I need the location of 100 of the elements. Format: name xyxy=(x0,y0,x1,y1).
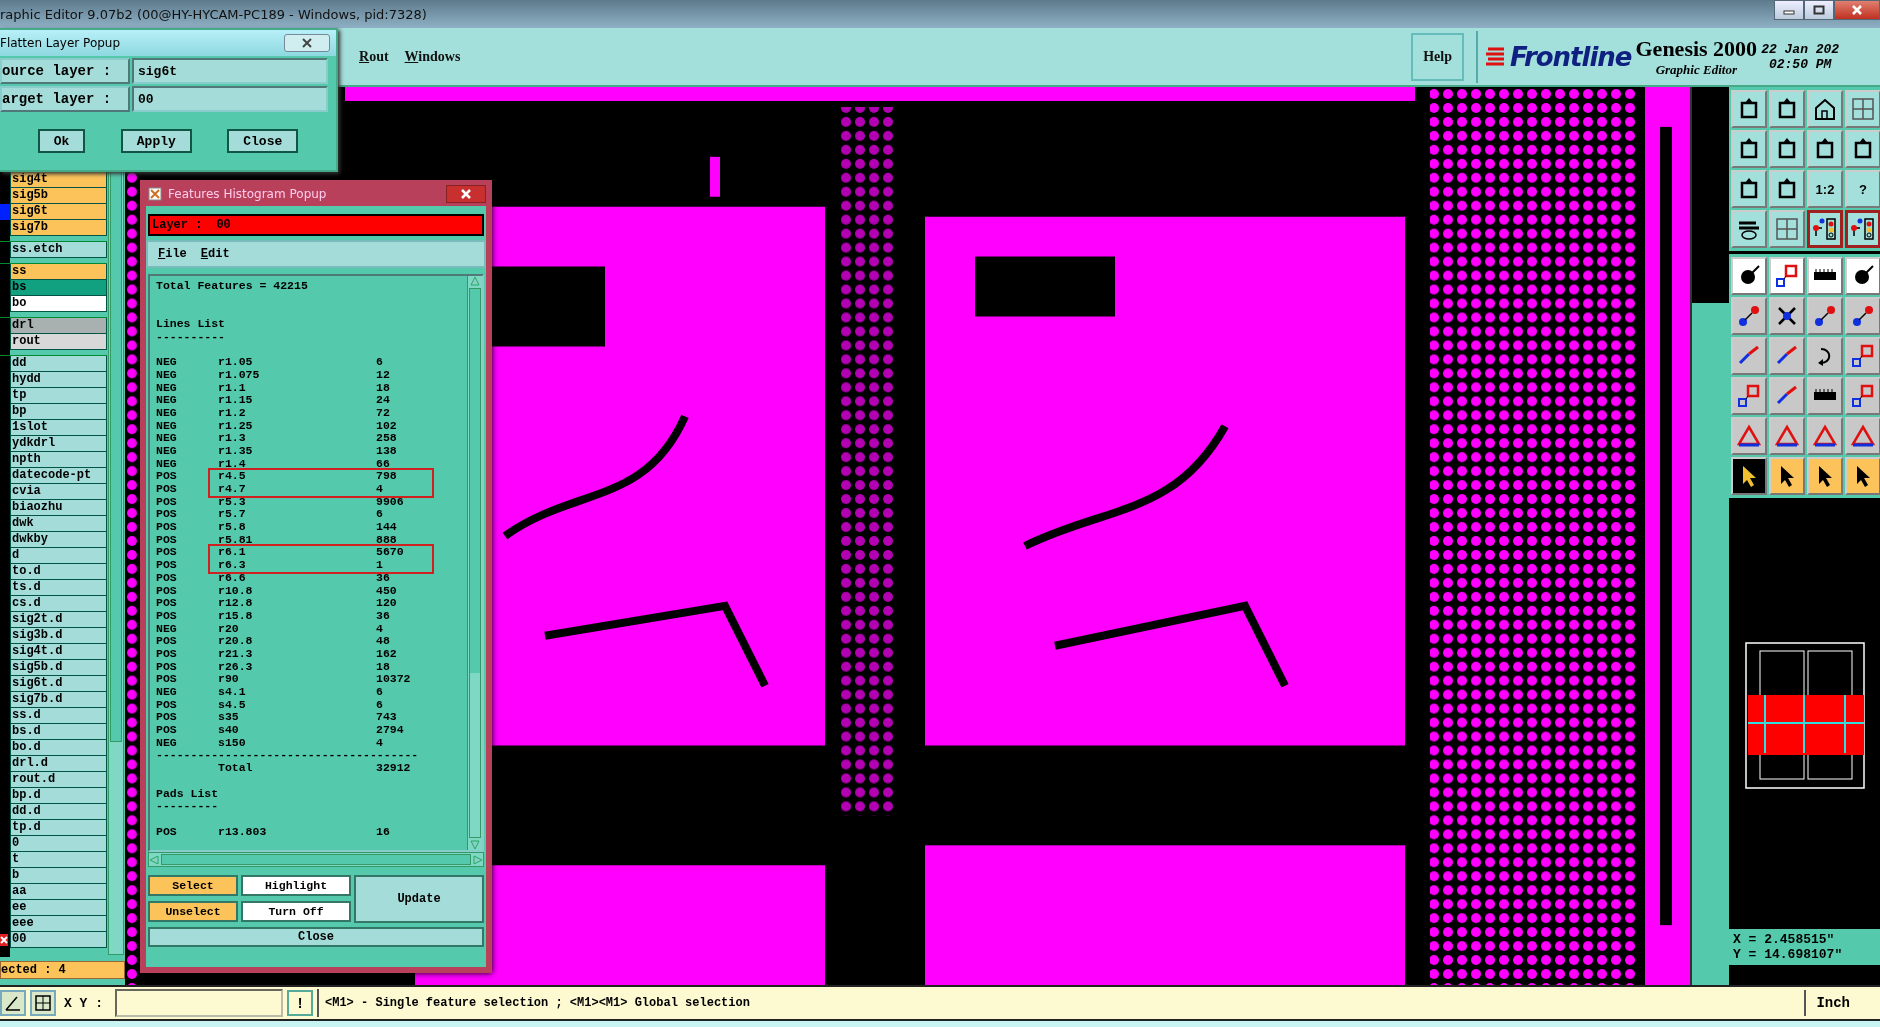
layer-item[interactable]: dwk xyxy=(10,516,108,532)
layer-item[interactable]: to.d xyxy=(10,564,108,580)
tool-button[interactable]: 1:2 xyxy=(1807,170,1843,208)
time-text: 02:50 PM xyxy=(1768,56,1832,72)
polarity-text: POS xyxy=(156,508,178,522)
layer-item[interactable]: bp.d xyxy=(10,788,108,804)
xy-input-field[interactable] xyxy=(115,989,283,1017)
layer-item[interactable]: sig6t xyxy=(10,204,108,220)
horizontal-scroll-bar[interactable] xyxy=(148,852,484,867)
layer-item[interactable]: tp xyxy=(10,388,108,404)
update-button[interactable]: Update xyxy=(354,875,484,923)
count-text: 36 xyxy=(376,571,391,585)
symbol-text: s35 xyxy=(218,711,240,725)
layer-item[interactable]: sig4t xyxy=(10,172,108,188)
layer-item[interactable]: 1slot xyxy=(10,420,108,436)
menu-item[interactable]: Edit xyxy=(200,247,230,261)
polarity-text: POS xyxy=(156,571,178,585)
layer-item[interactable]: d xyxy=(10,548,108,564)
tool-button[interactable] xyxy=(1845,210,1880,248)
layer-item[interactable]: bp xyxy=(10,404,108,420)
dialog-button[interactable]: Apply xyxy=(120,129,192,153)
warning-button[interactable]: ! xyxy=(287,990,313,1016)
layer-item[interactable]: sig5b xyxy=(10,188,108,204)
layer-item[interactable]: drl.d xyxy=(10,756,108,772)
layer-item[interactable]: cvia xyxy=(10,484,108,500)
polarity-text: POS xyxy=(156,648,178,661)
layer-item[interactable]: eee xyxy=(10,916,108,932)
symbol-text: r1.35 xyxy=(218,445,254,458)
layer-item[interactable]: sig3b.d xyxy=(10,628,108,644)
layer-item[interactable]: bs.d xyxy=(10,724,108,740)
maximize-button[interactable] xyxy=(1804,0,1834,20)
grid-button[interactable] xyxy=(30,990,56,1016)
layer-item[interactable]: sig2t.d xyxy=(10,612,108,628)
layer-input-field[interactable]: 00 xyxy=(132,86,328,112)
layer-item[interactable]: dd xyxy=(10,356,108,372)
symbol-text: r6.3 xyxy=(218,559,247,572)
layer-item[interactable]: npth xyxy=(10,452,108,468)
minimize-button[interactable] xyxy=(1774,0,1804,20)
count-text: 4 xyxy=(376,736,384,750)
layer-input-field[interactable]: sig6t xyxy=(132,58,328,84)
close-button[interactable]: Close xyxy=(148,927,484,947)
layer-item[interactable]: dd.d xyxy=(10,804,108,820)
tool-button[interactable]: ? xyxy=(1845,170,1880,208)
action-button[interactable]: Highlight xyxy=(241,875,351,896)
action-button[interactable]: Turn Off xyxy=(241,900,351,922)
layer-item[interactable]: hydd xyxy=(10,372,108,388)
layer-item[interactable]: 00 xyxy=(10,932,108,948)
squares-icon xyxy=(1850,343,1876,369)
layer-item[interactable]: ss xyxy=(10,264,108,280)
layer-item[interactable]: ss.etch xyxy=(10,242,108,258)
layer-item[interactable]: drl xyxy=(10,318,108,334)
dialog-button[interactable]: Ok xyxy=(37,129,86,153)
layer-item[interactable]: ydkdrl xyxy=(10,436,108,452)
layer-item[interactable]: 0 xyxy=(10,836,108,852)
action-button[interactable]: Select xyxy=(148,875,238,896)
layer-item[interactable]: aa xyxy=(10,884,108,900)
menu-item[interactable]: Rout xyxy=(359,48,389,65)
symbol-text: r5.81 xyxy=(218,533,254,547)
layer-item[interactable]: ee xyxy=(10,900,108,916)
symbol-text: r13.803 xyxy=(218,825,268,839)
layer-item[interactable]: cs.d xyxy=(10,596,108,612)
total-count: 32912 xyxy=(376,762,412,775)
layer-item[interactable]: sig4t.d xyxy=(10,644,108,660)
layer-item[interactable]: datecode-pt xyxy=(10,468,108,484)
polarity-text: NEG xyxy=(156,406,178,420)
snap-button[interactable] xyxy=(0,990,26,1016)
layer-item[interactable]: b xyxy=(10,868,108,884)
layer-item[interactable]: sig6t.d xyxy=(10,676,108,692)
field-label: arget layer : xyxy=(0,86,130,112)
layer-item[interactable]: rout xyxy=(10,334,108,350)
symbol-text: s4.1 xyxy=(218,686,247,699)
layer-item[interactable]: sig7b xyxy=(10,220,108,236)
polarity-text: NEG xyxy=(156,736,178,750)
layer-item[interactable]: t xyxy=(10,852,108,868)
scroll-bar[interactable] xyxy=(467,276,482,850)
layer-item[interactable]: biaozhu xyxy=(10,500,108,516)
layer-item[interactable]: ts.d xyxy=(10,580,108,596)
layer-item[interactable]: sig5b.d xyxy=(10,660,108,676)
close-button[interactable] xyxy=(284,34,330,52)
grid-icon xyxy=(1850,96,1876,122)
layer-item[interactable]: bs xyxy=(10,280,108,296)
layer-item[interactable]: ss.d xyxy=(10,708,108,724)
menu-item[interactable]: Windows xyxy=(404,48,461,65)
close-button[interactable] xyxy=(446,185,486,203)
close-button[interactable] xyxy=(1834,0,1880,20)
layer-item[interactable]: rout.d xyxy=(10,772,108,788)
action-button[interactable]: Unselect xyxy=(148,900,238,922)
polarity-text: POS xyxy=(156,470,178,484)
help-menu[interactable]: Help xyxy=(1411,32,1464,81)
layer-item[interactable]: tp.d xyxy=(10,820,108,836)
menu-item[interactable]: File xyxy=(158,247,187,261)
triangle-icon xyxy=(1812,423,1838,449)
layer-item[interactable]: dwkby xyxy=(10,532,108,548)
polarity-text: POS xyxy=(156,673,178,687)
layer-item[interactable]: bo.d xyxy=(10,740,108,756)
app-icon xyxy=(148,187,162,201)
layer-item[interactable]: bo xyxy=(10,296,108,312)
tool-button[interactable] xyxy=(1807,210,1843,248)
dialog-button[interactable]: Close xyxy=(227,129,299,153)
layer-item[interactable]: sig7b.d xyxy=(10,692,108,708)
